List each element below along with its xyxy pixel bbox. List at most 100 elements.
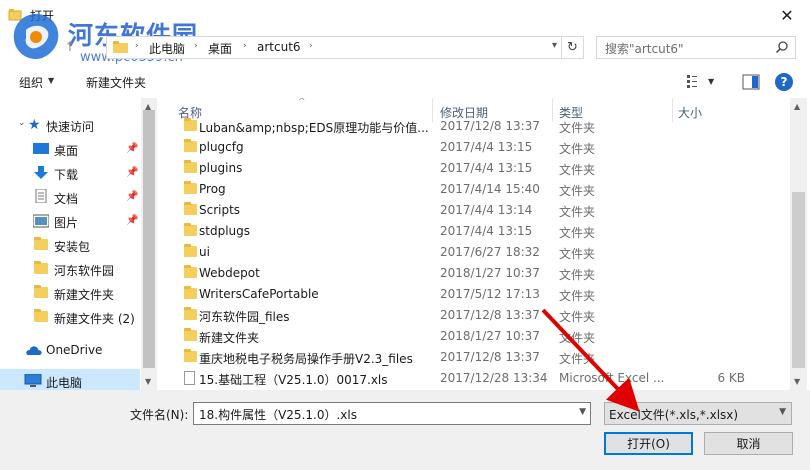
file-list-scrollbar-thumb[interactable]: [792, 192, 805, 368]
sidebar-item-folder[interactable]: 新建文件夹: [0, 281, 140, 305]
open-button[interactable]: 打开(O): [604, 432, 693, 455]
file-type: 文件夹: [559, 331, 596, 345]
file-row[interactable]: 重庆地税电子税务局操作手册V2.3_files 2017/12/8 13:37 文件…: [158, 347, 790, 368]
file-row[interactable]: ui 2017/6/27 18:32 文件夹: [158, 242, 790, 263]
folder-icon: [184, 286, 197, 299]
file-row[interactable]: plugins 2017/4/4 13:15 文件夹: [158, 158, 790, 179]
folder-icon: [184, 349, 197, 362]
view-options-button[interactable]: ▼: [687, 74, 714, 88]
folder-icon: [184, 139, 197, 152]
file-name: plugins: [199, 161, 243, 175]
file-date: 2017/12/8 13:37: [440, 350, 540, 364]
sidebar-item-label: OneDrive: [46, 343, 103, 357]
preview-pane-icon[interactable]: [742, 74, 760, 90]
file-row[interactable]: 河东软件园_files 2017/12/8 13:37 文件夹: [158, 305, 790, 326]
sidebar-item-label: 文档: [54, 192, 79, 206]
scroll-up-icon[interactable]: ▲: [794, 102, 800, 111]
organize-button[interactable]: 组织: [19, 74, 43, 91]
sidebar-item-label: 此电脑: [46, 376, 83, 390]
sidebar-item-folder[interactable]: 河东软件园: [0, 257, 140, 281]
file-date: 2017/6/27 18:32: [440, 245, 540, 259]
sidebar-item-onedrive[interactable]: OneDrive: [0, 338, 140, 362]
cancel-button[interactable]: 取消: [704, 432, 793, 455]
chevron-right-icon: ›: [194, 41, 198, 51]
breadcrumb-desktop[interactable]: 桌面: [208, 40, 232, 57]
sidebar-item-folder[interactable]: 新建文件夹 (2): [0, 305, 140, 329]
navigation-row: ↑ › 此电脑 › 桌面 › artcut6 › ▾ ↻ 搜索"artcut6": [0, 31, 810, 65]
file-row[interactable]: plugcfg 2017/4/4 13:15 文件夹: [158, 137, 790, 158]
star-icon: ★: [28, 117, 41, 133]
file-icon: [184, 371, 195, 385]
file-type: 文件夹: [559, 289, 596, 303]
computer-icon: [24, 374, 42, 387]
sidebar-item-label: 新建文件夹 (2): [54, 312, 135, 326]
chevron-right-icon: ›: [243, 41, 247, 51]
file-type: 文件夹: [559, 184, 596, 198]
folder-icon: [184, 307, 197, 320]
file-list: ^ 名称 修改日期 类型 大小 Luban&amp;nbsp;EDS原理功能与价…: [158, 98, 790, 390]
file-type-value: Excel文件(*.xls,*.xlsx): [609, 408, 739, 422]
folder-icon: [184, 244, 197, 257]
file-row[interactable]: WritersCafePortable 2017/5/12 17:13 文件夹: [158, 284, 790, 305]
file-row[interactable]: Scripts 2017/4/4 13:14 文件夹: [158, 200, 790, 221]
help-icon[interactable]: ?: [775, 73, 793, 91]
window-title: 打开: [30, 9, 55, 23]
sidebar-item-desktop[interactable]: 桌面 📌: [0, 137, 140, 161]
file-date: 2017/5/12 17:13: [440, 287, 540, 301]
filename-input[interactable]: 18.构件属性（V25.1.0）.xls ▼: [193, 402, 591, 425]
sidebar-item-folder[interactable]: 安装包: [0, 233, 140, 257]
up-button[interactable]: ↑: [62, 39, 78, 55]
file-name: 河东软件园_files: [199, 310, 290, 324]
sidebar-item-this-pc[interactable]: 此电脑: [0, 369, 140, 390]
sort-ascending-icon: ^: [298, 98, 306, 107]
file-row[interactable]: 新建文件夹 2018/1/27 10:37 文件夹: [158, 326, 790, 347]
file-row[interactable]: 15.基础工程（V25.1.0）0017.xls 2017/12/28 13:34…: [158, 368, 790, 389]
address-bar[interactable]: › 此电脑 › 桌面 › artcut6 › ▾: [106, 36, 562, 59]
sidebar-item-quick-access[interactable]: ⌄ ★ 快速访问: [0, 113, 140, 137]
cloud-icon: [26, 346, 42, 355]
picture-icon: [33, 214, 49, 228]
file-date: 2018/1/27 10:37: [440, 266, 540, 280]
chevron-down-icon[interactable]: ▼: [579, 407, 586, 417]
search-input[interactable]: 搜索"artcut6": [596, 36, 796, 59]
file-rows: Luban&amp;nbsp;EDS原理功能与价值... 2017/12/8 13…: [158, 116, 790, 390]
sidebar-item-label: 安装包: [54, 240, 91, 254]
folder-icon: [34, 237, 48, 250]
folder-icon: [184, 181, 197, 194]
file-name: 新建文件夹: [199, 331, 260, 345]
file-name: Luban&amp;nbsp;EDS原理功能与价值...: [199, 121, 429, 135]
scroll-down-icon[interactable]: ▼: [145, 377, 151, 386]
file-type: 文件夹: [559, 163, 596, 177]
folder-icon: [184, 202, 197, 215]
chevron-right-icon: ›: [309, 41, 313, 51]
sidebar-item-documents[interactable]: 文档 📌: [0, 185, 140, 209]
pin-icon: 📌: [126, 191, 139, 202]
sidebar-item-label: 河东软件园: [54, 264, 115, 278]
file-date: 2017/4/4 13:14: [440, 203, 533, 217]
app-icon: [8, 9, 22, 21]
sidebar-item-label: 新建文件夹: [54, 288, 115, 302]
new-folder-button[interactable]: 新建文件夹: [86, 74, 146, 91]
file-name: Prog: [199, 182, 226, 196]
folder-icon: [113, 41, 128, 53]
scroll-down-icon[interactable]: ▼: [794, 377, 800, 386]
file-type-select[interactable]: Excel文件(*.xls,*.xlsx) ▼: [604, 402, 792, 425]
file-row[interactable]: Luban&amp;nbsp;EDS原理功能与价值... 2017/12/8 13…: [158, 116, 790, 137]
sidebar-item-downloads[interactable]: 下载 📌: [0, 161, 140, 185]
search-icon: [775, 41, 788, 54]
file-row[interactable]: stdplugs 2017/4/4 13:15 文件夹: [158, 221, 790, 242]
close-button[interactable]: ✕: [764, 0, 810, 31]
breadcrumb-this-pc[interactable]: 此电脑: [149, 40, 185, 57]
refresh-button[interactable]: ↻: [562, 36, 584, 59]
chevron-down-icon[interactable]: ▾: [552, 40, 557, 51]
folder-icon: [184, 328, 197, 341]
file-row[interactable]: Webdepot 2018/1/27 10:37 文件夹: [158, 263, 790, 284]
sidebar-item-pictures[interactable]: 图片 📌: [0, 209, 140, 233]
breadcrumb-artcut6[interactable]: artcut6: [257, 40, 301, 54]
folder-icon: [184, 118, 197, 131]
chevron-down-icon: ▼: [708, 76, 715, 86]
scroll-up-icon[interactable]: ▲: [145, 102, 151, 111]
file-row[interactable]: Prog 2017/4/14 15:40 文件夹: [158, 179, 790, 200]
sidebar-scrollbar-thumb[interactable]: [143, 110, 155, 368]
folder-icon: [34, 261, 48, 274]
